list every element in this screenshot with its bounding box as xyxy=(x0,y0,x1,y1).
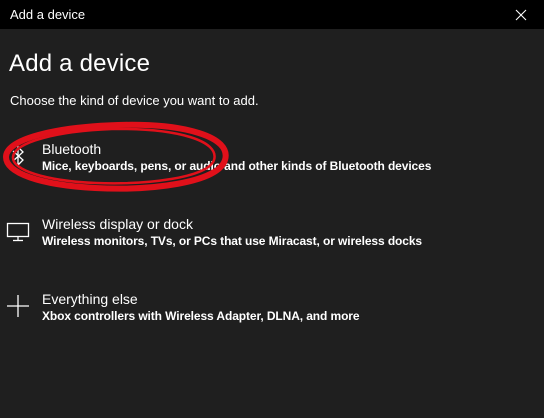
option-bluetooth[interactable]: Bluetooth Mice, keyboards, pens, or audi… xyxy=(0,141,544,185)
page-subtitle: Choose the kind of device you want to ad… xyxy=(10,93,259,108)
window-title: Add a device xyxy=(10,7,86,22)
option-description: Mice, keyboards, pens, or audio and othe… xyxy=(42,159,432,173)
option-title: Bluetooth xyxy=(42,141,102,157)
option-description: Wireless monitors, TVs, or PCs that use … xyxy=(42,234,422,248)
option-everything-else[interactable]: Everything else Xbox controllers with Wi… xyxy=(0,291,544,335)
option-description: Xbox controllers with Wireless Adapter, … xyxy=(42,309,360,323)
close-button[interactable] xyxy=(498,0,544,29)
monitor-icon xyxy=(4,216,32,246)
option-title: Everything else xyxy=(42,291,138,307)
option-wireless-display[interactable]: Wireless display or dock Wireless monito… xyxy=(0,216,544,260)
add-device-window: Add a device Add a device Choose the kin… xyxy=(0,0,544,418)
bluetooth-icon xyxy=(4,141,32,171)
close-icon xyxy=(515,9,527,20)
option-title: Wireless display or dock xyxy=(42,216,193,232)
plus-icon xyxy=(4,291,32,321)
page-title: Add a device xyxy=(9,50,151,77)
title-bar: Add a device xyxy=(0,0,544,29)
